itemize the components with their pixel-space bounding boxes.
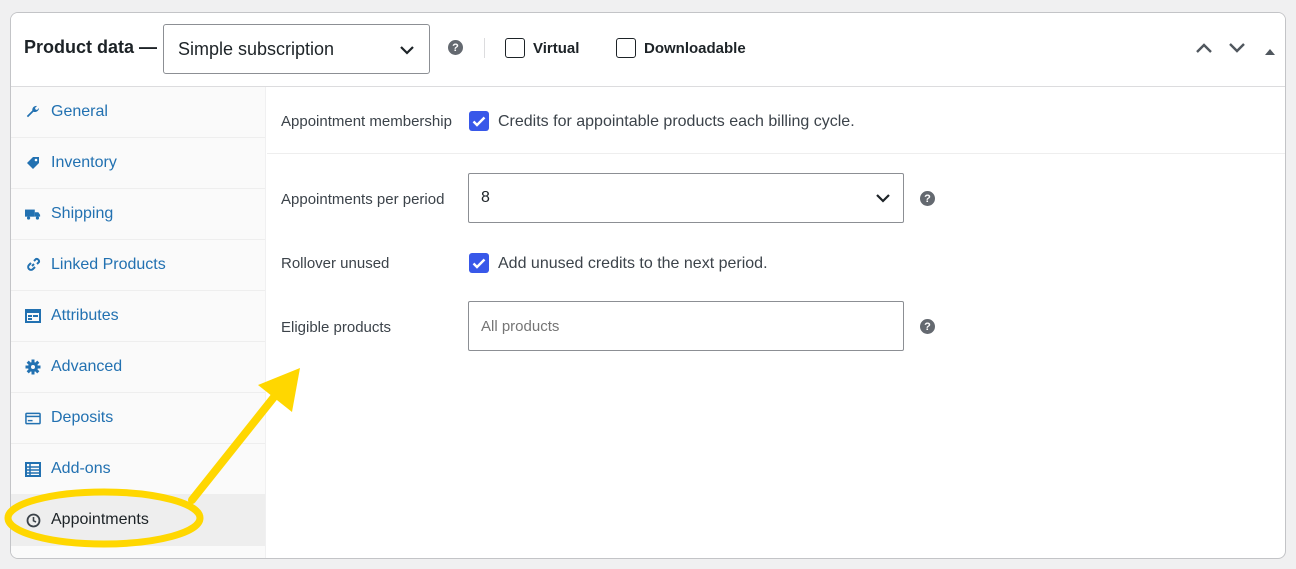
checkmark-icon	[472, 258, 486, 269]
tab-general[interactable]: General	[11, 87, 265, 138]
per-period-value: 8	[481, 189, 490, 206]
section-divider	[267, 153, 1285, 154]
virtual-checkbox-label[interactable]: Virtual	[505, 38, 579, 58]
divider	[484, 38, 485, 58]
virtual-label: Virtual	[533, 39, 580, 57]
help-icon[interactable]: ?	[448, 40, 463, 55]
move-up-button[interactable]	[1195, 41, 1213, 59]
checkmark-icon	[472, 116, 486, 127]
tab-label: Linked Products	[51, 256, 166, 273]
membership-label: Appointment membership	[281, 113, 452, 130]
help-icon[interactable]: ?	[920, 191, 935, 206]
chevron-down-icon	[1229, 43, 1245, 53]
rollover-label: Rollover unused	[281, 255, 390, 272]
triangle-up-icon	[1265, 49, 1275, 55]
move-down-button[interactable]	[1228, 41, 1246, 59]
panel-title: Product data —	[24, 37, 158, 57]
list-table-icon	[25, 308, 41, 324]
tab-label: Shipping	[51, 205, 114, 222]
tab-label: Deposits	[51, 409, 114, 426]
chevron-down-icon	[399, 39, 415, 60]
panel-header: Product data — Simple subscription ? Vir…	[11, 13, 1285, 87]
downloadable-checkbox-label[interactable]: Downloadable	[616, 38, 746, 58]
tab-add-ons[interactable]: Add-ons	[11, 444, 265, 495]
appointments-panel: Appointment membership Credits for appoi…	[267, 87, 1285, 558]
downloadable-label: Downloadable	[644, 39, 746, 57]
tab-appointments[interactable]: Appointments	[11, 495, 265, 546]
per-period-select[interactable]: 8	[468, 173, 904, 223]
tab-advanced[interactable]: Advanced	[11, 342, 265, 393]
tab-deposits[interactable]: Deposits	[11, 393, 265, 444]
tab-inventory[interactable]: Inventory	[11, 138, 265, 189]
tab-label: Add-ons	[51, 460, 111, 477]
gear-icon	[25, 359, 41, 375]
eligible-products-placeholder: All products	[481, 317, 560, 335]
eligible-products-label: Eligible products	[281, 319, 392, 336]
tag-icon	[25, 155, 41, 171]
tab-label: Advanced	[51, 358, 123, 375]
tab-shipping[interactable]: Shipping	[11, 189, 265, 240]
eligible-products-input[interactable]: All products	[468, 301, 904, 351]
tab-linked-products[interactable]: Linked Products	[11, 240, 265, 291]
help-icon[interactable]: ?	[920, 319, 935, 334]
membership-checkbox[interactable]	[469, 111, 489, 131]
product-type-select[interactable]: Simple subscription	[163, 24, 430, 74]
tab-label: Attributes	[51, 307, 119, 324]
wrench-icon	[25, 104, 41, 120]
list-icon	[25, 461, 41, 477]
product-type-value: Simple subscription	[178, 38, 335, 59]
chevron-up-icon	[1196, 43, 1212, 53]
product-data-tabs: General Inventory Shipping Linked Produc…	[11, 87, 266, 558]
credit-card-icon	[25, 410, 41, 426]
membership-checkbox-text: Credits for appointable products each bi…	[498, 113, 855, 130]
tab-label: Appointments	[51, 511, 149, 528]
virtual-checkbox[interactable]	[505, 38, 525, 58]
clock-icon	[25, 512, 41, 528]
rollover-checkbox[interactable]	[469, 253, 489, 273]
toggle-panel-button[interactable]	[1264, 43, 1276, 61]
chevron-down-icon	[876, 194, 890, 203]
link-icon	[25, 257, 41, 273]
tab-label: Inventory	[51, 154, 117, 171]
truck-icon	[25, 206, 41, 222]
rollover-checkbox-text: Add unused credits to the next period.	[498, 255, 768, 272]
product-data-panel: Product data — Simple subscription ? Vir…	[10, 12, 1286, 559]
tab-label: General	[51, 103, 108, 120]
per-period-label: Appointments per period	[281, 191, 445, 208]
downloadable-checkbox[interactable]	[616, 38, 636, 58]
tab-attributes[interactable]: Attributes	[11, 291, 265, 342]
